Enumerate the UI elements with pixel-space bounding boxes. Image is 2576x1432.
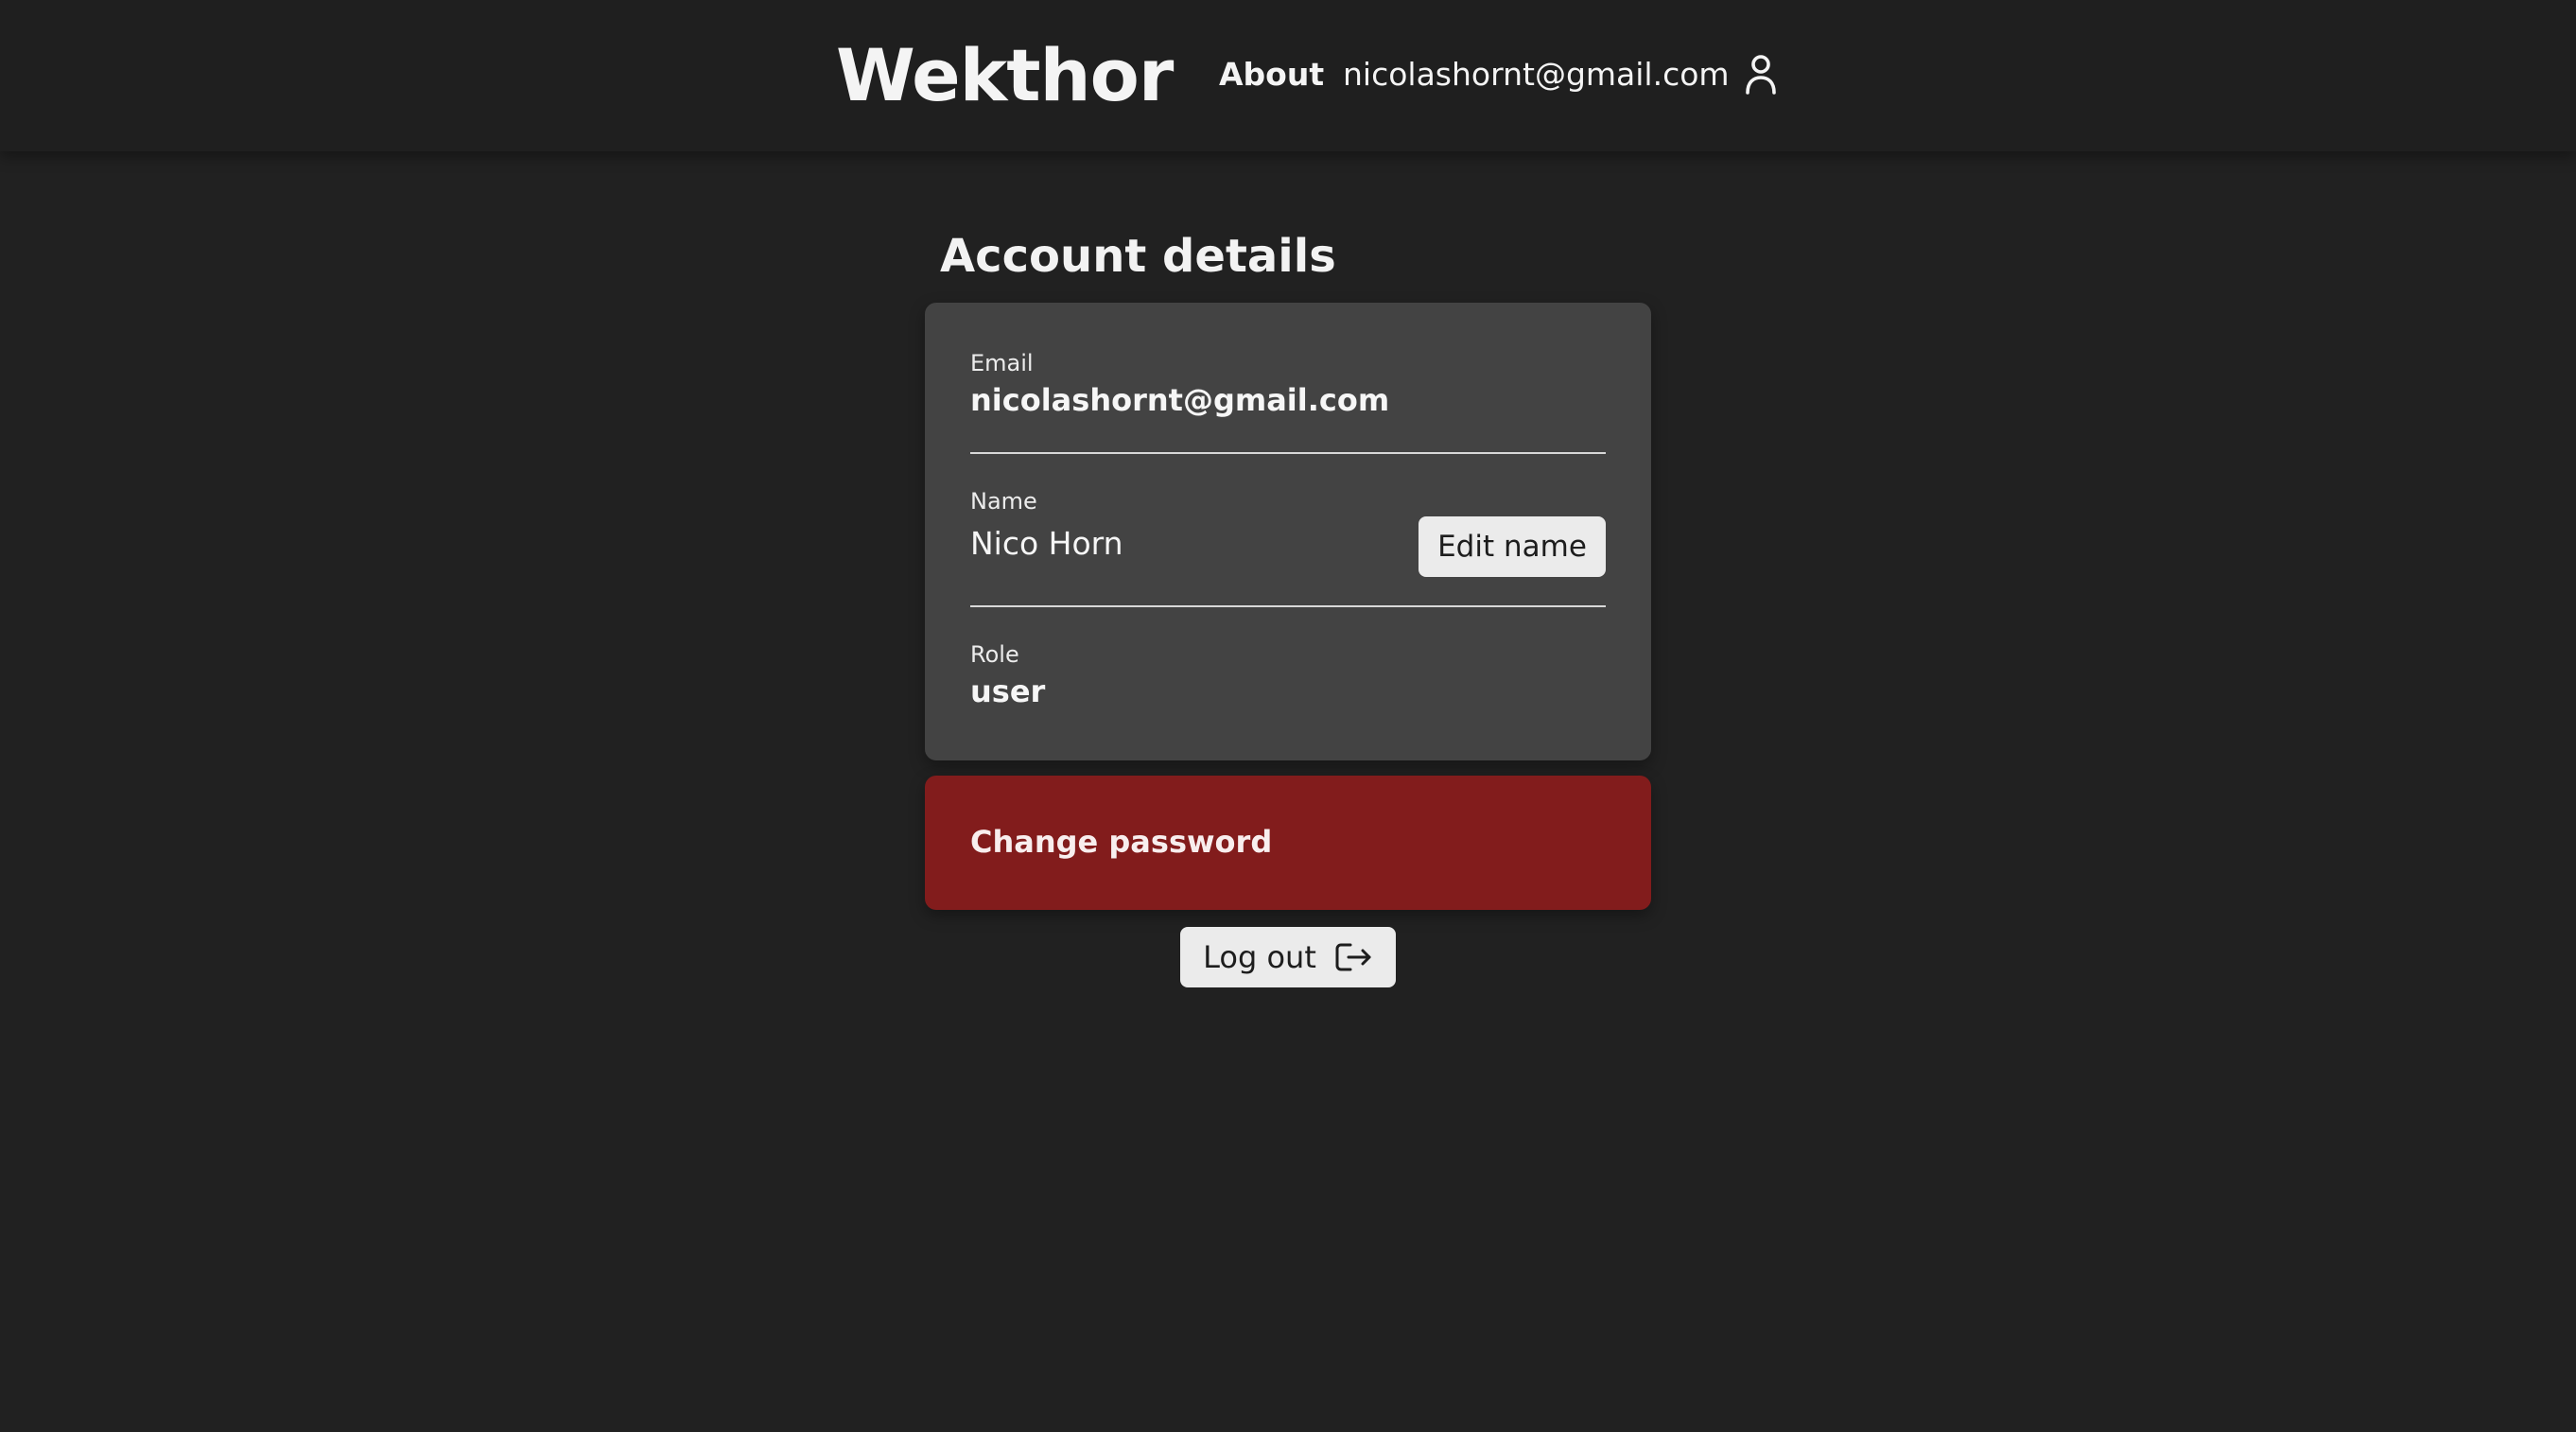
top-navigation-bar: Wekthor About nicolashornt@gmail.com (0, 0, 2576, 151)
email-value: nicolashornt@gmail.com (970, 382, 1390, 418)
user-icon (1745, 54, 1777, 96)
nav-link-about[interactable]: About (1219, 53, 1324, 96)
divider (970, 452, 1606, 454)
nav-user-account[interactable]: nicolashornt@gmail.com (1343, 49, 1777, 100)
logout-button[interactable]: Log out (1180, 927, 1396, 987)
brand-logo[interactable]: Wekthor (836, 32, 1174, 119)
page-title: Account details (940, 230, 1336, 283)
email-field: Email nicolashornt@gmail.com (970, 348, 1606, 422)
name-label: Name (970, 488, 1037, 515)
role-label: Role (970, 641, 1019, 668)
email-label: Email (970, 350, 1034, 376)
nav-user-email: nicolashornt@gmail.com (1343, 56, 1730, 93)
change-password-label: Change password (970, 824, 1273, 860)
logout-icon (1333, 939, 1373, 975)
role-field: Role user (970, 639, 1606, 713)
divider (970, 605, 1606, 607)
account-details-card: Email nicolashornt@gmail.com Name Nico H… (925, 303, 1651, 760)
change-password-button[interactable]: Change password (925, 776, 1651, 910)
edit-name-button[interactable]: Edit name (1419, 516, 1606, 577)
logout-label: Log out (1203, 939, 1316, 975)
role-value: user (970, 673, 1046, 709)
